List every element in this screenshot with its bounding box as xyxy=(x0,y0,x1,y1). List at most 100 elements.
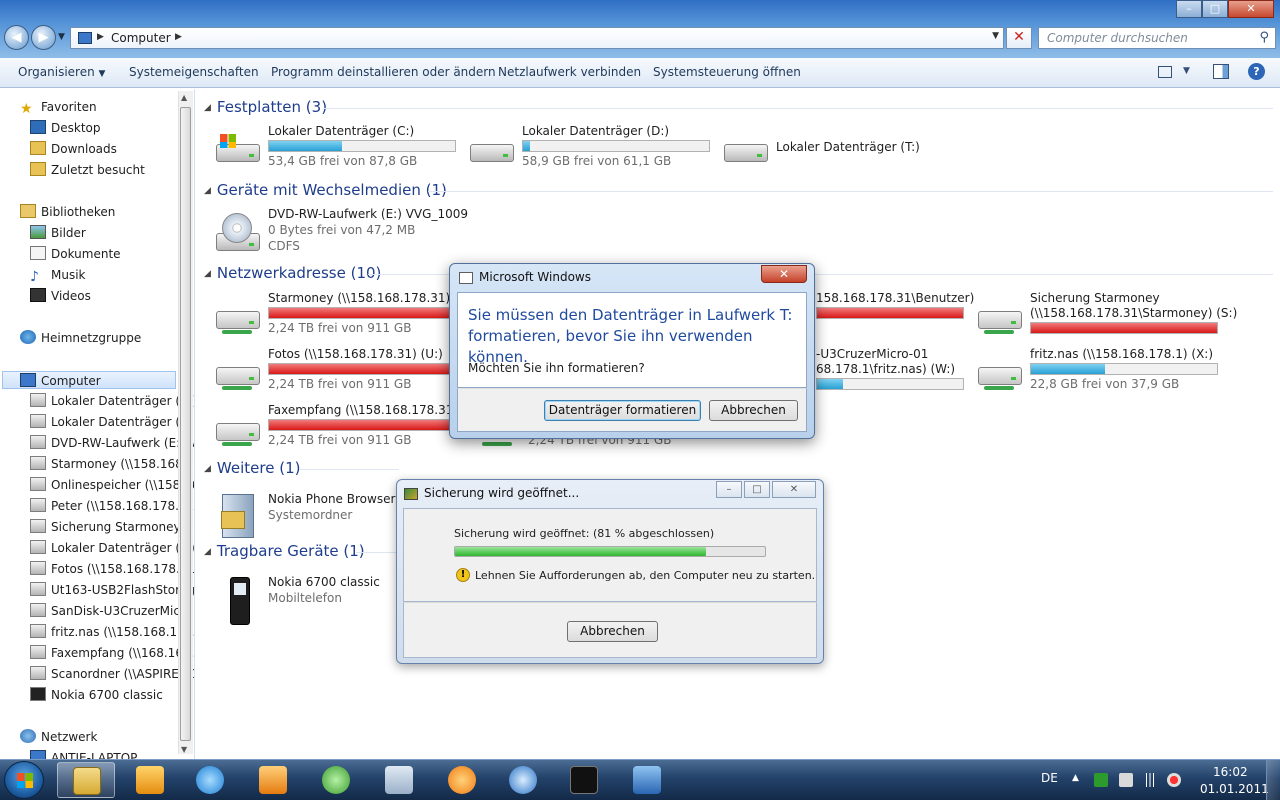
group-header-portable[interactable]: ◢ Tragbare Geräte (1) xyxy=(204,542,365,560)
backup-minimize-button[interactable]: – xyxy=(716,481,742,498)
nav-favorites[interactable]: ★ Favoriten xyxy=(20,98,97,117)
nav-computer-item[interactable]: SanDisk-U3CruzerMicro xyxy=(30,602,192,620)
help-icon[interactable]: ? xyxy=(1248,63,1265,80)
nav-music[interactable]: ♪ Musik xyxy=(30,266,86,285)
taskbar-avast[interactable] xyxy=(433,762,491,798)
nav-desktop[interactable]: Desktop xyxy=(30,119,101,137)
nav-computer-item[interactable]: Fotos (\\158.168.178.31) xyxy=(30,560,194,578)
search-icon[interactable]: ⚲ xyxy=(1259,30,1269,45)
scroll-down-icon[interactable]: ▼ xyxy=(181,745,187,754)
network-drive-u[interactable]: Fotos (\\158.168.178.31) (U:) 2,24 TB fr… xyxy=(214,347,464,393)
taskbar-windows-media[interactable] xyxy=(307,762,365,798)
forward-button[interactable]: ▶ xyxy=(31,25,56,50)
network-drive-y[interactable]: Faxempfang (\\158.168.178.31) (Y:) 2,24 … xyxy=(214,403,481,449)
nav-recent[interactable]: Zuletzt besucht xyxy=(30,161,145,179)
backup-maximize-button[interactable]: □ xyxy=(744,481,770,498)
group-header-other[interactable]: ◢ Weitere (1) xyxy=(204,459,300,477)
format-dialog-close-button[interactable]: ✕ xyxy=(761,265,807,283)
nav-documents[interactable]: Dokumente xyxy=(30,245,121,263)
network-drive-w[interactable]: -U3CruzerMicro-01 68.178.1\fritz.nas) (W… xyxy=(796,347,966,393)
maximize-button[interactable]: □ xyxy=(1202,0,1228,18)
uninstall-program-button[interactable]: Programm deinstallieren oder ändern xyxy=(271,65,496,79)
signal-icon[interactable] xyxy=(1143,773,1157,787)
taskbar-home[interactable] xyxy=(494,762,552,798)
drive-t[interactable]: Lokaler Datenträger (T:) xyxy=(722,124,972,170)
group-header-removable[interactable]: ◢ Geräte mit Wechselmedien (1) xyxy=(204,181,447,199)
open-control-panel-button[interactable]: Systemsteuerung öffnen xyxy=(653,65,801,79)
nav-computer-item[interactable]: Onlinespeicher (\\158.16 xyxy=(30,476,194,494)
organize-button[interactable]: Organisieren ▼ xyxy=(18,65,105,79)
system-properties-button[interactable]: Systemeigenschaften xyxy=(129,65,259,79)
action-center-icon[interactable] xyxy=(1119,773,1133,787)
clock-time[interactable]: 16:02 xyxy=(1213,765,1248,779)
group-header-hdd[interactable]: ◢ Festplatten (3) xyxy=(204,98,327,116)
nav-libraries[interactable]: Bibliotheken xyxy=(20,203,115,221)
nav-computer-item[interactable]: Lokaler Datenträger (C:) xyxy=(30,392,194,410)
nav-computer-item[interactable]: Sicherung Starmoney (\ xyxy=(30,518,193,536)
group-header-network[interactable]: ◢ Netzwerkadresse (10) xyxy=(204,264,381,282)
back-button[interactable]: ◀ xyxy=(4,25,29,50)
address-bar[interactable]: ▶ Computer ▶ ▼ xyxy=(70,27,1004,49)
nav-network-item[interactable]: ANTJE-LAPTOP xyxy=(30,749,137,759)
taskbar-internet-explorer[interactable] xyxy=(181,762,239,798)
safely-remove-icon[interactable] xyxy=(1094,773,1108,787)
nav-scrollbar-thumb[interactable] xyxy=(180,107,191,741)
recent-pages-dropdown[interactable]: ▼ xyxy=(58,32,65,42)
nav-computer-item[interactable]: Ut163-USB2FlashStorage xyxy=(30,581,194,599)
chevron-down-icon[interactable]: ▼ xyxy=(1183,66,1190,76)
network-drive-s[interactable]: Sicherung Starmoney (\\158.168.178.31\St… xyxy=(976,291,1246,337)
nav-computer-item[interactable]: Lokaler Datenträger (T:) xyxy=(30,539,194,557)
drive-d[interactable]: Lokaler Datenträger (D:) 58,9 GB frei vo… xyxy=(468,124,718,170)
nav-homegroup[interactable]: Heimnetzgruppe xyxy=(20,329,141,347)
nav-computer-item[interactable]: Faxempfang (\\168.168.1 xyxy=(30,644,194,662)
network-drive-u-free: 2,24 TB frei von 911 GB xyxy=(268,377,412,391)
scroll-up-icon[interactable]: ▲ xyxy=(181,93,187,102)
nav-computer-item[interactable]: Peter (\\158.168.178.31\ xyxy=(30,497,194,515)
network-drive-x[interactable]: fritz.nas (\\158.168.178.1) (X:) 22,8 GB… xyxy=(976,347,1246,393)
chevron-down-icon[interactable]: ▼ xyxy=(992,31,999,41)
nav-network[interactable]: Netzwerk xyxy=(20,728,97,746)
nav-computer-item[interactable]: fritz.nas (\\158.168.178.1 xyxy=(30,623,194,641)
map-network-drive-button[interactable]: Netzlaufwerk verbinden xyxy=(498,65,641,79)
network-drive-k[interactable]: Starmoney (\\158.168.178.31) (K:) 2,24 T… xyxy=(214,291,475,337)
show-hidden-icons-icon[interactable]: ▲ xyxy=(1072,773,1079,783)
start-button[interactable] xyxy=(4,761,44,799)
nav-computer-item[interactable]: Scanordner (\\ASPIREHO xyxy=(30,665,194,683)
clock-date[interactable]: 01.01.2011 xyxy=(1200,782,1269,796)
taskbar-media-player[interactable] xyxy=(244,762,302,798)
address-text[interactable]: Computer xyxy=(111,31,171,45)
taskbar-computer[interactable] xyxy=(618,762,676,798)
nav-computer-item[interactable]: DVD-RW-Laufwerk (E:) V xyxy=(30,434,194,452)
drive-c[interactable]: Lokaler Datenträger (C:) 53,4 GB frei vo… xyxy=(214,124,464,170)
backup-cancel-button[interactable]: Abbrechen xyxy=(567,621,658,642)
close-window-button[interactable]: ✕ xyxy=(1228,0,1274,18)
nav-videos[interactable]: Videos xyxy=(30,287,91,305)
stop-refresh-button[interactable]: ✕ xyxy=(1006,27,1032,49)
minimize-button[interactable]: – xyxy=(1176,0,1202,18)
show-desktop-button[interactable] xyxy=(1266,760,1280,800)
backup-close-button[interactable]: ✕ xyxy=(772,481,816,498)
format-disk-button[interactable]: Datenträger formatieren xyxy=(544,400,701,421)
nokia-phone-browser[interactable]: Nokia Phone Browser Systemordner xyxy=(214,492,404,538)
drive-icon xyxy=(30,498,46,512)
taskbar-explorer[interactable] xyxy=(57,762,115,798)
nav-computer-item[interactable]: Nokia 6700 classic xyxy=(30,686,163,704)
taskbar-outlook[interactable] xyxy=(121,762,179,798)
nav-downloads[interactable]: Downloads xyxy=(30,140,117,158)
format-cancel-button[interactable]: Abbrechen xyxy=(709,400,798,421)
nav-computer-item[interactable]: Starmoney (\\158.168.17 xyxy=(30,455,194,473)
network-drive-benutzer[interactable]: 158.168.178.31\Benutzer) xyxy=(796,291,974,337)
nav-pictures[interactable]: Bilder xyxy=(30,224,86,242)
chevron-right-icon[interactable]: ▶ xyxy=(175,32,182,42)
nav-computer[interactable]: Computer xyxy=(2,371,176,389)
drive-e[interactable]: DVD-RW-Laufwerk (E:) VVG_1009 0 Bytes fr… xyxy=(214,207,468,255)
taskbar-control-panel[interactable] xyxy=(370,762,428,798)
volume-muted-icon[interactable] xyxy=(1167,773,1181,787)
taskbar-cmd[interactable] xyxy=(555,762,613,798)
preview-pane-icon[interactable] xyxy=(1213,64,1229,79)
nokia-6700[interactable]: Nokia 6700 classic Mobiltelefon xyxy=(214,575,404,625)
search-input[interactable]: Computer durchsuchen ⚲ xyxy=(1038,27,1276,49)
language-indicator[interactable]: DE xyxy=(1041,771,1058,785)
views-icon[interactable] xyxy=(1158,66,1172,78)
nav-computer-item[interactable]: Lokaler Datenträger (D:) xyxy=(30,413,194,431)
